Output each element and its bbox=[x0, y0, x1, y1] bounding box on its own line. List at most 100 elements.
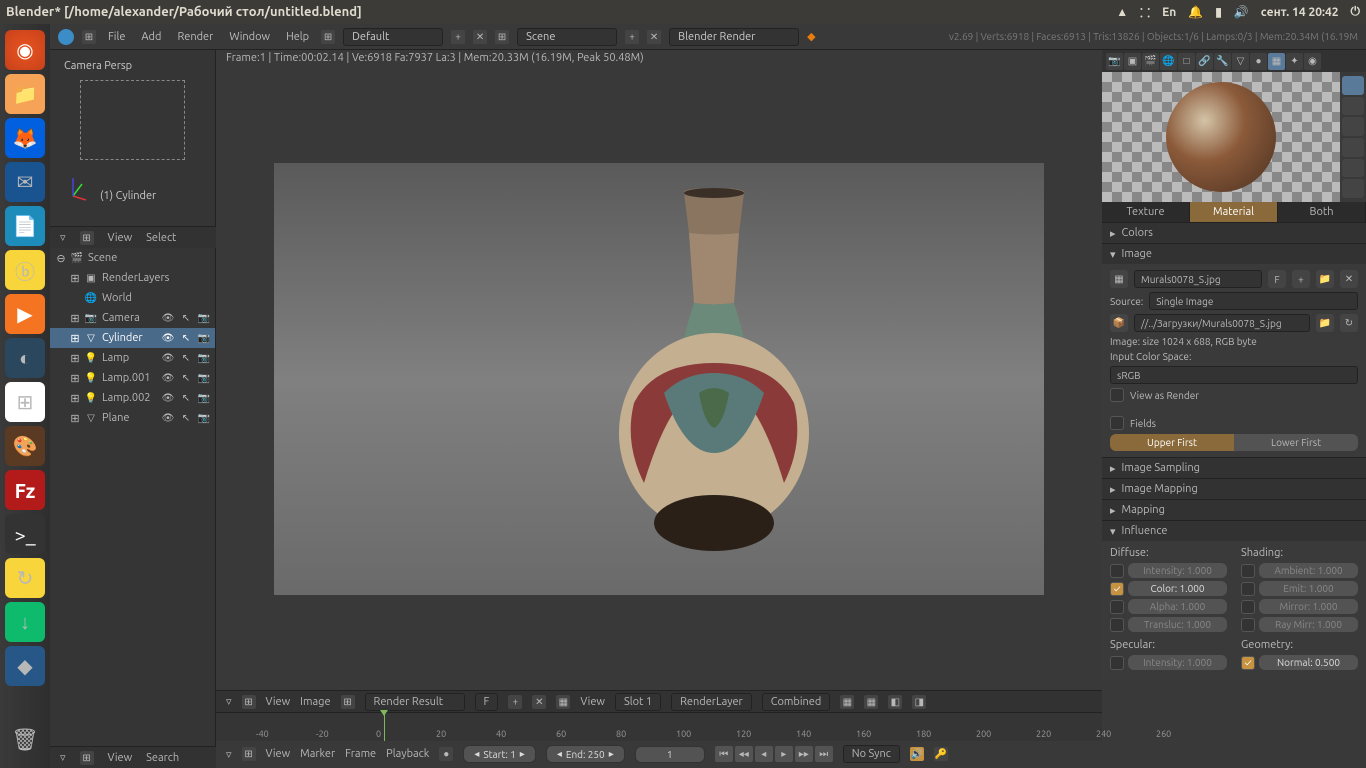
img-add-icon[interactable]: + bbox=[508, 695, 522, 709]
ctx-physics-icon[interactable]: ◉ bbox=[1304, 53, 1321, 70]
updater-icon[interactable]: ↻ bbox=[5, 558, 45, 598]
tab-material[interactable]: Material bbox=[1190, 202, 1278, 222]
inf-checkbox[interactable] bbox=[1110, 618, 1124, 632]
menu-add[interactable]: Add bbox=[137, 31, 165, 43]
scene-del-icon[interactable]: ✕ bbox=[647, 30, 661, 44]
viewport-editor-icon[interactable]: ▿ bbox=[60, 231, 66, 244]
render-icon[interactable]: 📷 bbox=[197, 391, 211, 405]
img-view-menu[interactable]: View bbox=[266, 696, 291, 708]
ctx-scene-icon[interactable]: 🎬 bbox=[1142, 53, 1159, 70]
upper-first-btn[interactable]: Upper First bbox=[1110, 434, 1234, 451]
cursor-icon[interactable]: ↖ bbox=[179, 371, 193, 385]
eye-icon[interactable]: 👁 bbox=[161, 371, 175, 385]
cursor-icon[interactable]: ↖ bbox=[179, 391, 193, 405]
inf-checkbox[interactable] bbox=[1110, 564, 1124, 578]
tl-view-menu[interactable]: View bbox=[266, 748, 291, 760]
image-new-icon[interactable]: + bbox=[1292, 270, 1310, 288]
blender-icon[interactable]: ◆ bbox=[5, 646, 45, 686]
viewport-select-menu[interactable]: Select bbox=[146, 232, 176, 244]
cursor-icon[interactable]: ↖ bbox=[179, 331, 193, 345]
play-reverse-icon[interactable]: ◂ bbox=[755, 746, 773, 762]
ctx-world-icon[interactable]: 🌐 bbox=[1160, 53, 1177, 70]
lower-first-btn[interactable]: Lower First bbox=[1234, 434, 1358, 451]
timeline-playhead[interactable] bbox=[384, 713, 385, 741]
slot-dropdown[interactable]: Slot 1 bbox=[615, 693, 661, 711]
inf-checkbox[interactable] bbox=[1241, 582, 1255, 596]
render-icon[interactable]: 📷 bbox=[197, 371, 211, 385]
vpn-icon[interactable]: ▲ bbox=[1116, 5, 1128, 19]
cursor-icon[interactable]: ↖ bbox=[179, 351, 193, 365]
filepath-field[interactable]: //../Загрузки/Murals0078_S.jpg bbox=[1134, 314, 1310, 332]
panel-img-mapping-header[interactable]: ▸ Image Mapping bbox=[1102, 479, 1366, 499]
render-icon[interactable]: 📷 bbox=[197, 411, 211, 425]
channel-rgba-icon[interactable]: ▦ bbox=[864, 695, 878, 709]
prev-key-icon[interactable]: ◂◂ bbox=[735, 746, 753, 762]
tab-texture[interactable]: Texture bbox=[1102, 202, 1190, 222]
image-name-field[interactable]: Murals0078_S.jpg bbox=[1134, 270, 1262, 288]
tl-frame-menu[interactable]: Frame bbox=[345, 748, 376, 760]
panel-image-header[interactable]: ▾ Image bbox=[1102, 244, 1366, 264]
filepath-browse-icon[interactable]: 📁 bbox=[1316, 314, 1334, 332]
outliner-search-menu[interactable]: Search bbox=[146, 752, 179, 764]
ctx-layers-icon[interactable]: ▣ bbox=[1124, 53, 1141, 70]
image-open-icon[interactable]: 📁 bbox=[1316, 270, 1334, 288]
menu-file[interactable]: File bbox=[104, 31, 129, 43]
ctx-material-icon[interactable]: ● bbox=[1250, 53, 1267, 70]
inf-slider[interactable]: Alpha: 1.000 bbox=[1128, 599, 1227, 614]
eye-icon[interactable]: 👁 bbox=[161, 311, 175, 325]
image-editor-icon[interactable]: ▿ bbox=[226, 695, 232, 708]
inf-slider[interactable]: Intensity: 1.000 bbox=[1128, 563, 1227, 578]
img-view-menu-2[interactable]: View bbox=[580, 696, 605, 708]
steam-icon[interactable]: ◐ bbox=[5, 338, 45, 378]
lang-indicator[interactable]: En bbox=[1162, 6, 1176, 19]
firefox-icon[interactable]: 🦊 bbox=[5, 118, 45, 158]
inf-slider[interactable]: Ambient: 1.000 bbox=[1259, 563, 1358, 578]
ctx-particles-icon[interactable]: ✦ bbox=[1286, 53, 1303, 70]
panel-sampling-header[interactable]: ▸ Image Sampling bbox=[1102, 458, 1366, 478]
layout-dropdown[interactable]: Default bbox=[343, 28, 443, 46]
jump-end-icon[interactable]: ⏭ bbox=[815, 746, 833, 762]
menu-help[interactable]: Help bbox=[282, 31, 313, 43]
panel-colors-header[interactable]: ▸ Colors bbox=[1102, 223, 1366, 243]
filepath-reload-icon[interactable]: ↻ bbox=[1340, 314, 1358, 332]
outliner-item[interactable]: 🌐World bbox=[50, 288, 215, 308]
bell-icon[interactable]: 🔔 bbox=[1188, 5, 1203, 19]
tl-marker-menu[interactable]: Marker bbox=[300, 748, 335, 760]
wifi-icon[interactable]: ⸬ bbox=[1140, 4, 1150, 21]
preview-hair-icon[interactable] bbox=[1342, 159, 1364, 178]
outliner-item[interactable]: ⊞💡Lamp.001👁↖📷 bbox=[50, 368, 215, 388]
outliner[interactable]: ⊖🎬Scene⊞▣RenderLayers🌐World⊞📷Camera👁↖📷⊞▽… bbox=[50, 248, 216, 746]
img-del-icon[interactable]: ✕ bbox=[532, 695, 546, 709]
trash-icon[interactable]: 🗑 bbox=[5, 720, 45, 760]
inf-slider[interactable]: Transluc: 1.000 bbox=[1128, 617, 1227, 632]
filezilla-icon[interactable]: Fz bbox=[5, 470, 45, 510]
image-fakeuser-btn[interactable]: F bbox=[1268, 270, 1286, 288]
panel-influence-header[interactable]: ▾ Influence bbox=[1102, 521, 1366, 541]
layout-add-icon[interactable]: + bbox=[451, 30, 465, 44]
eye-icon[interactable]: 👁 bbox=[161, 411, 175, 425]
outliner-item[interactable]: ⊞💡Lamp.002👁↖📷 bbox=[50, 388, 215, 408]
preview-viewport[interactable] bbox=[1102, 72, 1340, 202]
menu-window[interactable]: Window bbox=[225, 31, 274, 43]
uv-icon[interactable]: ▦ bbox=[556, 695, 570, 709]
channel-z-icon[interactable]: ◨ bbox=[912, 695, 926, 709]
document-icon[interactable]: 📄 bbox=[5, 206, 45, 246]
tab-both[interactable]: Both bbox=[1278, 202, 1366, 222]
jump-start-icon[interactable]: ⏮ bbox=[715, 746, 733, 762]
eye-icon[interactable]: 👁 bbox=[161, 331, 175, 345]
next-key-icon[interactable]: ▸▸ bbox=[795, 746, 813, 762]
render-icon[interactable]: 📷 bbox=[197, 351, 211, 365]
eye-icon[interactable]: 👁 bbox=[161, 351, 175, 365]
cursor-icon[interactable]: ↖ bbox=[179, 311, 193, 325]
ctx-texture-icon[interactable]: ▦ bbox=[1268, 53, 1285, 70]
ctx-constraints-icon[interactable]: 🔗 bbox=[1196, 53, 1213, 70]
tl-playback-menu[interactable]: Playback bbox=[386, 748, 429, 760]
apps-icon[interactable]: ⊞ bbox=[5, 382, 45, 422]
outliner-item[interactable]: ⊞▽Cylinder👁↖📷 bbox=[50, 328, 215, 348]
source-dropdown[interactable]: Single Image bbox=[1149, 292, 1358, 310]
browser-icon[interactable]: ⓑ bbox=[5, 250, 45, 290]
eye-icon[interactable]: 👁 bbox=[161, 391, 175, 405]
panel-mapping-header[interactable]: ▸ Mapping bbox=[1102, 500, 1366, 520]
inf-checkbox[interactable] bbox=[1110, 600, 1124, 614]
datetime[interactable]: сент. 14 20:42 bbox=[1261, 6, 1339, 19]
